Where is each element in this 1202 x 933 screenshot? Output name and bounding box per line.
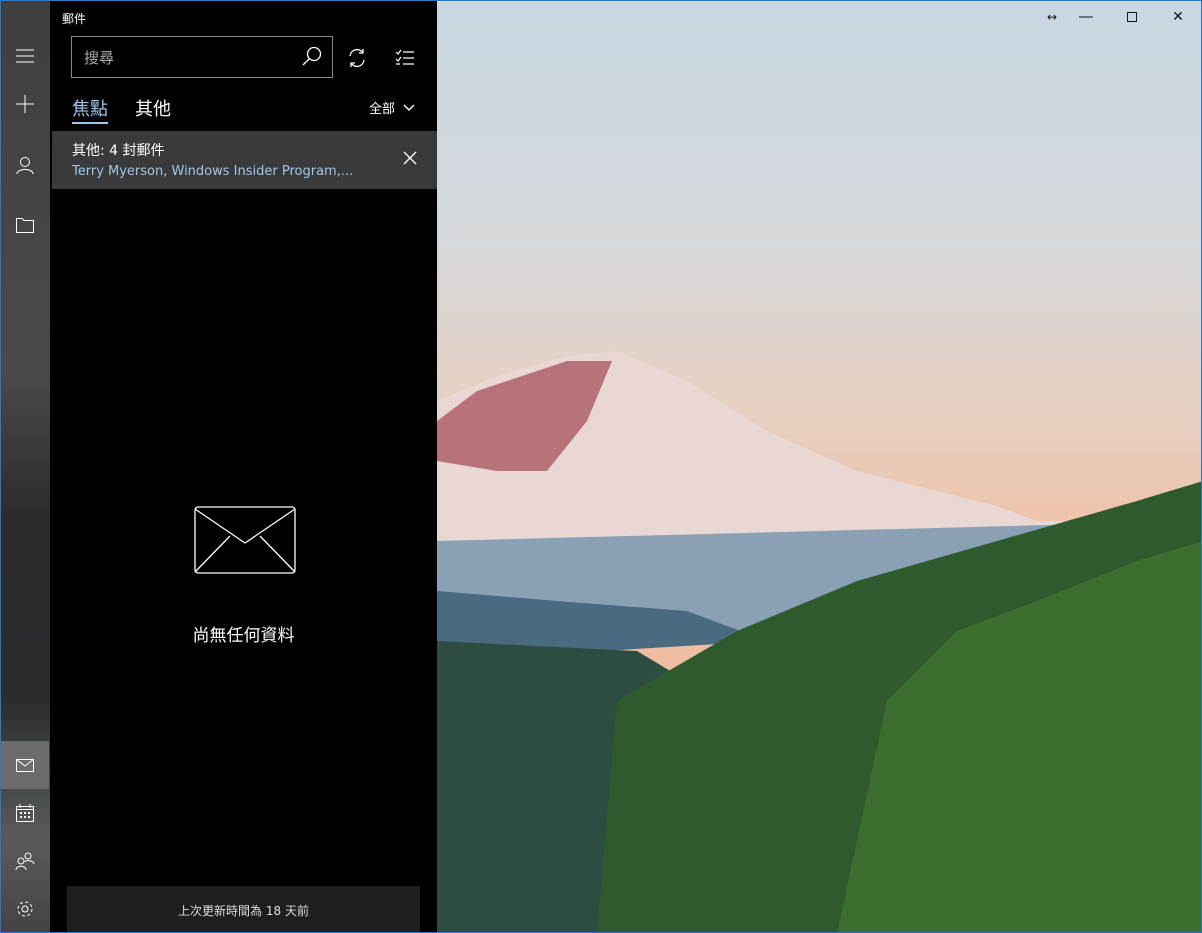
- folders-button[interactable]: [1, 201, 49, 249]
- gear-icon: [17, 901, 33, 917]
- minimize-button[interactable]: ―: [1063, 1, 1109, 33]
- menu-icon: [16, 49, 34, 63]
- search-input[interactable]: 搜尋: [71, 36, 333, 78]
- last-updated-text: 上次更新時間為 18 天前: [178, 903, 309, 918]
- sync-button[interactable]: [343, 44, 371, 72]
- banner-title: 其他: 4 封郵件: [72, 143, 165, 159]
- hamburger-menu-button[interactable]: [1, 32, 49, 80]
- search-placeholder: 搜尋: [84, 48, 115, 67]
- other-inbox-banner[interactable]: 其他: 4 封郵件 Terry Myerson, Windows Insider…: [52, 131, 437, 189]
- plus-icon: [16, 95, 34, 113]
- message-list-pane: 郵件 搜尋 焦點 其他 全部 其他: 4 封郵件 Terry Myerson, …: [50, 1, 437, 932]
- folder-icon: [16, 218, 34, 233]
- checklist-icon: [395, 49, 414, 65]
- navigation-rail: [1, 1, 50, 932]
- empty-mail-icon: [194, 506, 296, 574]
- calendar-app-button[interactable]: [1, 789, 49, 837]
- people-icon: [15, 852, 35, 870]
- landscape-illustration: [437, 351, 1201, 932]
- tab-other[interactable]: 其他: [135, 95, 171, 121]
- close-window-button[interactable]: ✕: [1155, 1, 1201, 33]
- people-app-button[interactable]: [1, 837, 49, 885]
- selection-mode-button[interactable]: [391, 44, 419, 72]
- filter-label: 全部: [368, 102, 395, 117]
- tab-focused[interactable]: 焦點: [72, 95, 108, 124]
- settings-button[interactable]: [1, 885, 49, 932]
- accounts-button[interactable]: [1, 141, 49, 189]
- person-icon: [16, 157, 34, 174]
- banner-senders: Terry Myerson, Windows Insider Program,.…: [72, 164, 354, 179]
- sync-icon: [349, 48, 365, 68]
- maximize-button[interactable]: [1109, 1, 1155, 33]
- mail-window: ↔ ― ✕ 郵件 搜尋 焦點 其他 全部 其他: 4 封郵件 Terry Mye…: [0, 0, 1202, 933]
- empty-state-text: 尚無任何資料: [192, 626, 295, 646]
- mail-icon: [16, 758, 34, 772]
- search-icon[interactable]: [302, 46, 322, 66]
- calendar-icon: [16, 804, 34, 822]
- app-title: 郵件: [62, 12, 87, 26]
- close-icon[interactable]: [403, 151, 417, 165]
- new-mail-button[interactable]: [1, 80, 49, 128]
- sync-status-bar: 上次更新時間為 18 天前: [67, 886, 420, 932]
- background-image-mountain: ↔ ― ✕: [437, 1, 1201, 932]
- chevron-down-icon: [403, 104, 415, 111]
- filter-dropdown[interactable]: 全部: [369, 98, 415, 117]
- mail-app-button[interactable]: [1, 741, 49, 789]
